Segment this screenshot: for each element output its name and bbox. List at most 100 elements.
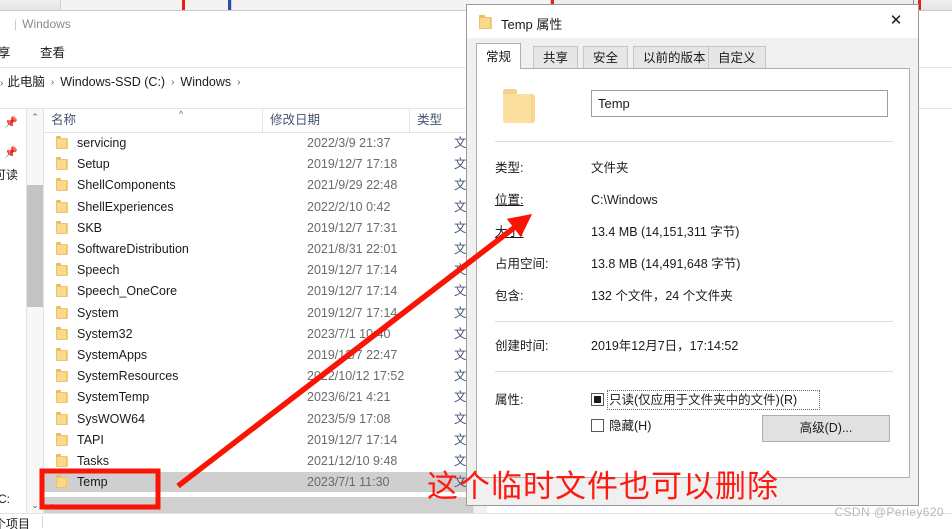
table-row[interactable]: System322023/7/1 10:40文件夹 (44, 324, 473, 344)
file-date-cell: 2019/12/7 17:14 (307, 305, 398, 320)
column-header-date[interactable]: 修改日期 (263, 109, 410, 132)
folder-icon (56, 178, 70, 192)
file-name-cell: servicing (77, 136, 127, 150)
table-row[interactable]: System2019/12/7 17:14文件夹 (44, 303, 473, 323)
file-date-cell: 2019/12/7 17:14 (307, 432, 398, 447)
pin-icon[interactable]: 📌 (4, 117, 18, 129)
table-row[interactable]: SystemResources2022/10/12 17:52文件夹 (44, 366, 473, 386)
field-label-size-on-disk: 占用空间: (495, 257, 549, 271)
folder-icon (56, 220, 70, 234)
file-name-cell: SKB (77, 220, 103, 235)
dialog-general-pane: Temp 类型: 文件夹 位置: C:\Windows 大小: 13.4 MB … (476, 68, 910, 478)
table-row[interactable]: SKB2019/12/7 17:31文件夹 (44, 218, 473, 238)
explorer-window-title: | Windows (14, 17, 71, 31)
breadcrumb-item-windows[interactable]: Windows (180, 75, 231, 89)
table-row[interactable]: servicing2022/3/9 21:37文件夹 (44, 133, 473, 153)
chevron-right-icon: › (171, 77, 175, 88)
folder-icon (56, 305, 70, 319)
table-row[interactable]: Speech2019/12/7 17:14文件夹 (44, 260, 473, 280)
breadcrumb-lead-chevron: › (0, 78, 4, 89)
browser-tab[interactable] (60, 0, 230, 10)
table-row[interactable]: TAPI2019/12/7 17:14文件夹 (44, 430, 473, 450)
table-row[interactable]: SysWOW642023/5/9 17:08文件夹 (44, 409, 473, 429)
field-value-location: C:\Windows (591, 193, 658, 207)
table-row[interactable]: SoftwareDistribution2021/8/31 22:01文件夹 (44, 239, 473, 259)
file-name-cell: SystemTemp (77, 390, 150, 405)
nav-pane-scrollbar[interactable]: ⌃ ⌄ (27, 109, 43, 513)
file-name-cell: Temp (77, 475, 108, 490)
folder-icon (56, 199, 70, 213)
scroll-up-arrow-icon[interactable]: ⌃ (27, 109, 43, 125)
divider (495, 141, 893, 142)
scroll-left-arrow-icon[interactable]: ‹ (44, 497, 58, 513)
file-date-cell: 2022/3/9 21:37 (307, 136, 391, 150)
table-row[interactable]: SystemApps2019/12/7 22:47文件夹 (44, 345, 473, 365)
folder-icon (479, 15, 494, 29)
close-icon[interactable]: ✕ (874, 5, 918, 36)
file-name-cell: Speech_OneCore (77, 284, 178, 299)
file-date-cell: 2019/12/7 17:14 (307, 284, 398, 299)
table-row[interactable]: ShellExperiences2022/2/10 0:42文件夹 (44, 197, 473, 217)
folder-icon (56, 326, 70, 340)
field-label-location: 位置: (495, 193, 524, 207)
folder-icon (56, 369, 70, 383)
field-label-contains: 包含: (495, 289, 524, 303)
nav-item-label-clipped[interactable]: (C: (0, 492, 10, 506)
table-row[interactable]: Speech_OneCore2019/12/7 17:14文件夹 (44, 281, 473, 301)
file-date-cell: 2019/12/7 17:14 (307, 263, 398, 278)
chevron-right-icon: › (237, 77, 241, 88)
file-date-cell: 2019/12/7 17:31 (307, 220, 398, 235)
field-value-created: 2019年12月7日，17:14:52 (591, 339, 739, 353)
folder-icon (56, 348, 70, 361)
file-name-cell: TAPI (77, 432, 104, 447)
scroll-down-arrow-icon[interactable]: ⌄ (27, 497, 43, 513)
tab-sharing[interactable]: 共享 (533, 46, 579, 69)
pin-icon[interactable]: 📌 (4, 147, 18, 159)
table-row[interactable]: Tasks2021/12/10 9:48文件夹 (44, 451, 473, 471)
table-row[interactable]: Setup2019/12/7 17:18文件夹 (44, 154, 473, 174)
file-name-cell: SoftwareDistribution (77, 242, 189, 256)
table-row[interactable]: SystemTemp2023/6/21 4:21文件夹 (44, 387, 473, 407)
checkbox-readonly-box[interactable] (591, 393, 604, 406)
title-separator: | (14, 17, 18, 31)
folder-icon (56, 242, 70, 255)
tab-general[interactable]: 常规 (476, 43, 522, 69)
column-header-name[interactable]: 名称 (44, 109, 263, 132)
breadcrumb-item-this-pc[interactable]: 此电脑 (7, 75, 45, 89)
title-text: Windows (22, 17, 71, 31)
file-date-cell: 2019/12/7 17:18 (307, 157, 398, 172)
annotation-note-text: 这个临时文件也可以删除 (427, 469, 779, 505)
file-name-cell: SysWOW64 (77, 411, 146, 426)
file-date-cell: 2023/5/9 17:08 (307, 411, 391, 426)
breadcrumb[interactable]: › 此电脑 › Windows-SSD (C:) › Windows › (0, 73, 246, 91)
browser-tab-marker (182, 0, 185, 10)
ribbon-tab-view[interactable]: 查看 (36, 44, 69, 63)
folder-icon (56, 454, 70, 467)
advanced-button[interactable]: 高级(D)... (762, 415, 890, 442)
field-value-contains: 132 个文件，24 个文件夹 (591, 289, 733, 303)
field-value-size: 13.4 MB (14,151,311 字节) (591, 225, 740, 239)
dialog-title: Temp 属性 (501, 17, 563, 32)
dialog-titlebar[interactable]: Temp 属性 ✕ (467, 5, 918, 38)
table-row[interactable]: ShellComponents2021/9/29 22:48文件夹 (44, 175, 473, 195)
file-list-header: 名称 修改日期 类型 ^ (44, 109, 473, 132)
field-label-size: 大小: (495, 225, 524, 239)
nav-item-label-clipped[interactable]: 可读 (0, 166, 18, 183)
file-name-cell: System (77, 305, 119, 320)
tab-customize[interactable]: 自定义 (708, 46, 766, 69)
divider (495, 371, 893, 372)
column-header-type[interactable]: 类型 (410, 109, 473, 132)
tab-previous-versions[interactable]: 以前的版本 (633, 46, 716, 69)
tab-security[interactable]: 安全 (583, 46, 629, 69)
file-name-cell: Speech (77, 263, 120, 278)
status-separator (42, 516, 43, 528)
checkbox-readonly-label: 只读(仅应用于文件夹中的文件)(R) (609, 393, 798, 407)
checkbox-hidden-box[interactable] (591, 419, 604, 432)
table-row[interactable]: Temp2023/7/1 11:30文件夹 (44, 472, 473, 493)
file-list-hscrollbar[interactable]: ‹ (44, 497, 473, 513)
ribbon-tab-share[interactable]: 享 (0, 44, 15, 63)
folder-name-input[interactable]: Temp (591, 90, 888, 117)
breadcrumb-item-drive[interactable]: Windows-SSD (C:) (60, 75, 165, 89)
scrollbar-thumb[interactable] (27, 185, 43, 307)
file-date-cell: 2023/7/1 11:30 (307, 475, 390, 490)
